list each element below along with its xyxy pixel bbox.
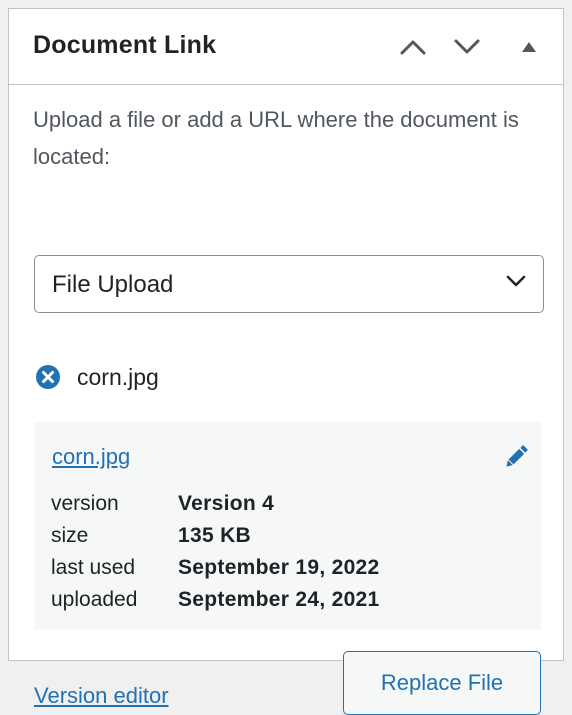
upload-description: Upload a file or add a URL where the doc… <box>33 107 519 169</box>
source-type-select[interactable]: File Upload <box>34 255 544 313</box>
file-details-card: corn.jpg version Version 4 size 135 KB l… <box>34 422 541 630</box>
meta-value: Version 4 <box>178 492 275 515</box>
chevron-down-icon <box>454 39 480 54</box>
attached-file: corn.jpg <box>35 363 159 391</box>
triangle-up-icon <box>522 42 536 52</box>
meta-key: version <box>51 492 119 515</box>
chevron-down-icon <box>506 275 526 287</box>
source-type-selected-value: File Upload <box>52 271 174 298</box>
meta-row-version: version Version 4 <box>51 488 380 520</box>
toggle-panel-button[interactable] <box>511 29 547 65</box>
panel-header: Document Link <box>9 9 563 85</box>
meta-value: 135 KB <box>178 524 252 547</box>
pencil-icon[interactable] <box>501 442 531 472</box>
remove-circle-icon[interactable] <box>35 364 61 390</box>
panel-title: Document Link <box>33 31 217 59</box>
chevron-up-icon <box>400 40 426 55</box>
meta-key: size <box>51 524 89 547</box>
meta-value: September 19, 2022 <box>178 556 380 579</box>
meta-key: uploaded <box>51 588 138 611</box>
file-meta-list: version Version 4 size 135 KB last used … <box>51 488 380 616</box>
move-down-button[interactable] <box>449 29 485 65</box>
meta-key: last used <box>51 556 136 579</box>
replace-file-button[interactable]: Replace File <box>343 651 541 715</box>
move-up-button[interactable] <box>395 29 431 65</box>
meta-value: September 24, 2021 <box>178 588 380 611</box>
version-editor-link[interactable]: Version editor <box>34 683 169 709</box>
attached-file-name: corn.jpg <box>77 363 159 390</box>
meta-row-size: size 135 KB <box>51 520 380 552</box>
file-link[interactable]: corn.jpg <box>52 444 130 470</box>
document-link-panel: Document Link Upload a file or add a URL… <box>8 8 564 715</box>
meta-row-uploaded: uploaded September 24, 2021 <box>51 584 380 616</box>
meta-row-last-used: last used September 19, 2022 <box>51 552 380 584</box>
